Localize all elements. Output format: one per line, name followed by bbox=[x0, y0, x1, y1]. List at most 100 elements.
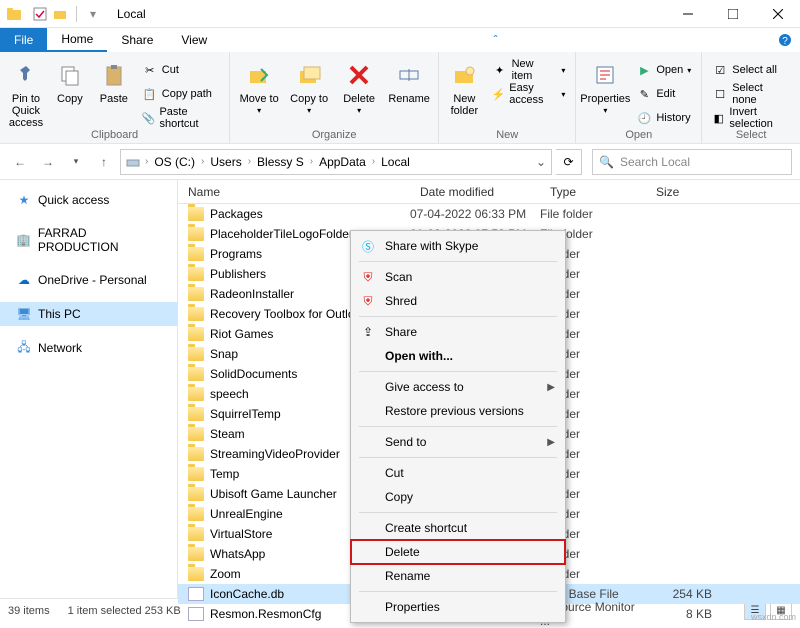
move-to-button[interactable]: Move to▾ bbox=[236, 55, 282, 116]
col-size[interactable]: Size bbox=[646, 185, 730, 199]
nav-network[interactable]: 🖧Network bbox=[0, 336, 177, 360]
ctx-cut[interactable]: Cut bbox=[351, 461, 565, 485]
address-bar-row: ← → ▾ ↑ › OS (C:)› Users› Blessy S› AppD… bbox=[0, 144, 800, 180]
copy-path-button[interactable]: 📋Copy path bbox=[138, 83, 223, 105]
nav-quick-access[interactable]: ★Quick access bbox=[0, 188, 177, 212]
paste-shortcut-button[interactable]: 📎Paste shortcut bbox=[138, 107, 223, 129]
label: Properties bbox=[385, 600, 440, 614]
paste-button[interactable]: Paste bbox=[94, 55, 134, 105]
label: Copy to bbox=[290, 93, 328, 105]
ctx-create-shortcut[interactable]: Create shortcut bbox=[351, 516, 565, 540]
select-all-icon: ☑ bbox=[712, 62, 728, 78]
folder-icon bbox=[188, 527, 204, 541]
ctx-send-to[interactable]: Send to▶ bbox=[351, 430, 565, 454]
col-type[interactable]: Type bbox=[540, 185, 646, 199]
tab-home[interactable]: Home bbox=[47, 28, 107, 52]
bc-seg[interactable]: Local bbox=[379, 155, 412, 169]
label: Select all bbox=[732, 64, 777, 76]
folder-icon bbox=[188, 487, 204, 501]
search-input[interactable]: 🔍 Search Local bbox=[592, 149, 792, 175]
group-label: Organize bbox=[236, 129, 432, 143]
label: Cut bbox=[385, 466, 404, 480]
new-folder-button[interactable]: New folder bbox=[445, 55, 483, 117]
cut-button[interactable]: ✂Cut bbox=[138, 59, 223, 81]
file-row[interactable]: Packages07-04-2022 06:33 PMFile folder bbox=[178, 204, 800, 224]
label: Invert selection bbox=[729, 106, 790, 130]
folder-icon bbox=[188, 387, 204, 401]
file-name: Resmon.ResmonCfg bbox=[210, 607, 321, 621]
tab-share[interactable]: Share bbox=[107, 28, 167, 52]
minimize-button[interactable] bbox=[665, 0, 710, 28]
nav-farrad[interactable]: 🏢FARRAD PRODUCTION bbox=[0, 222, 177, 258]
new-item-button[interactable]: ✦New item ▾ bbox=[488, 59, 570, 81]
open-button[interactable]: ▶Open ▾ bbox=[632, 59, 695, 81]
ctx-restore-versions[interactable]: Restore previous versions bbox=[351, 399, 565, 423]
breadcrumb-dropdown[interactable]: ⌄ bbox=[531, 155, 551, 169]
up-button[interactable]: ↑ bbox=[92, 150, 116, 174]
ctx-scan[interactable]: ⛨Scan bbox=[351, 265, 565, 289]
ctx-rename[interactable]: Rename bbox=[351, 564, 565, 588]
col-name[interactable]: Name bbox=[178, 185, 410, 199]
label: Scan bbox=[385, 270, 412, 284]
rename-button[interactable]: Rename bbox=[386, 55, 432, 105]
breadcrumb[interactable]: › OS (C:)› Users› Blessy S› AppData› Loc… bbox=[120, 149, 552, 175]
properties-button[interactable]: Properties▾ bbox=[582, 55, 628, 116]
label: Shred bbox=[385, 294, 417, 308]
ctx-open-with[interactable]: Open with... bbox=[351, 344, 565, 368]
label: Delete bbox=[385, 545, 420, 559]
tab-file[interactable]: File bbox=[0, 28, 47, 52]
recent-locations-button[interactable]: ▾ bbox=[64, 150, 88, 174]
folder-icon bbox=[188, 307, 204, 321]
invert-selection-button[interactable]: ◧Invert selection bbox=[708, 107, 794, 129]
qat-dropdown-icon[interactable]: ▾ bbox=[85, 6, 101, 22]
label: Create shortcut bbox=[385, 521, 467, 535]
help-button[interactable]: ? bbox=[776, 28, 800, 52]
close-button[interactable] bbox=[755, 0, 800, 28]
qat-checkbox-icon[interactable] bbox=[32, 6, 48, 22]
folder-icon bbox=[188, 327, 204, 341]
group-label: Open bbox=[582, 129, 695, 143]
bc-seg[interactable]: Blessy S bbox=[255, 155, 306, 169]
forward-button[interactable]: → bbox=[36, 150, 60, 174]
pc-icon: 🖥 bbox=[16, 306, 32, 322]
copy-to-button[interactable]: Copy to▾ bbox=[286, 55, 332, 116]
back-button[interactable]: ← bbox=[8, 150, 32, 174]
select-none-icon: ☐ bbox=[712, 86, 728, 102]
col-date[interactable]: Date modified bbox=[410, 185, 540, 199]
refresh-button[interactable]: ⟳ bbox=[556, 149, 582, 175]
ctx-shred[interactable]: ⛨Shred bbox=[351, 289, 565, 313]
file-name: RadeonInstaller bbox=[210, 287, 294, 301]
label: Properties bbox=[580, 93, 630, 105]
select-all-button[interactable]: ☑ Select all bbox=[708, 59, 794, 81]
easy-access-button[interactable]: ⚡Easy access ▾ bbox=[488, 83, 570, 105]
bc-seg[interactable]: AppData bbox=[317, 155, 368, 169]
copy-button[interactable]: Copy bbox=[50, 55, 90, 105]
bc-seg[interactable]: OS (C:) bbox=[152, 155, 197, 169]
ctx-share[interactable]: ⇪Share bbox=[351, 320, 565, 344]
nav-this-pc[interactable]: 🖥This PC bbox=[0, 302, 177, 326]
bc-seg[interactable]: Users bbox=[208, 155, 243, 169]
select-none-button[interactable]: ☐Select none bbox=[708, 83, 794, 105]
label: Quick access bbox=[38, 193, 109, 207]
label: New item bbox=[512, 58, 558, 82]
tab-view[interactable]: View bbox=[167, 28, 221, 52]
file-name: Ubisoft Game Launcher bbox=[210, 487, 337, 501]
pin-to-quick-access-button[interactable]: Pin to Quick access bbox=[6, 55, 46, 129]
ctx-share-skype[interactable]: ⓈShare with Skype bbox=[351, 234, 565, 258]
label: Open with... bbox=[385, 349, 453, 363]
file-name: IconCache.db bbox=[210, 587, 284, 601]
delete-button[interactable]: Delete▾ bbox=[336, 55, 382, 116]
collapse-ribbon-button[interactable]: ˆ bbox=[487, 28, 511, 52]
history-button[interactable]: 🕘History bbox=[632, 107, 695, 129]
ctx-properties[interactable]: Properties bbox=[351, 595, 565, 619]
ctx-give-access[interactable]: Give access to▶ bbox=[351, 375, 565, 399]
nav-onedrive[interactable]: ☁OneDrive - Personal bbox=[0, 268, 177, 292]
ctx-delete[interactable]: Delete bbox=[351, 540, 565, 564]
cloud-icon: ☁ bbox=[16, 272, 32, 288]
edit-button[interactable]: ✎Edit bbox=[632, 83, 695, 105]
qat-folder-icon[interactable] bbox=[52, 6, 68, 22]
ctx-copy[interactable]: Copy bbox=[351, 485, 565, 509]
ribbon-group-select: ☑ Select all ☐Select none ◧Invert selecti… bbox=[702, 52, 800, 143]
maximize-button[interactable] bbox=[710, 0, 755, 28]
file-name: Steam bbox=[210, 427, 245, 441]
